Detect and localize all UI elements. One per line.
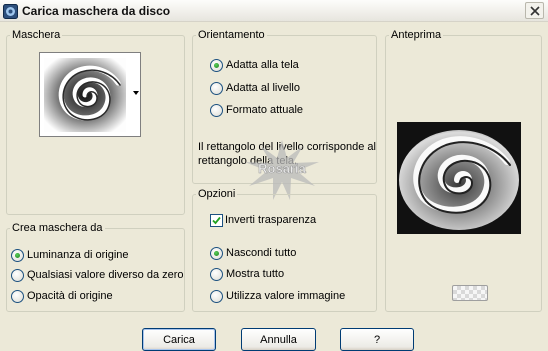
radio-label: Qualsiasi valore diverso da zero [27,269,184,281]
radio-label: Adatta alla tela [226,59,299,71]
radio-button[interactable] [11,289,24,303]
radio-button[interactable] [11,248,24,262]
mask-preview [397,122,521,234]
radio-source-opacity[interactable]: Opacità di origine [11,288,113,304]
invert-transparency-checkbox[interactable]: Inverti trasparenza [210,212,316,228]
radio-current-size[interactable]: Formato attuale [210,102,303,118]
chevron-down-icon[interactable] [133,91,139,95]
radio-label: Utilizza valore immagine [226,290,346,302]
close-icon [530,6,540,16]
checkmark-icon [212,216,221,224]
radio-show-all[interactable]: Mostra tutto [210,266,284,282]
watermark-text: Rosaria [258,161,306,176]
mask-app-icon [3,4,18,19]
radio-label: Opacità di origine [27,290,113,302]
title-bar: Carica maschera da disco [0,0,548,22]
radio-button[interactable] [210,81,223,95]
mask-picker[interactable] [39,52,141,137]
radio-button[interactable] [210,246,223,260]
radio-fit-canvas[interactable]: Adatta alla tela [210,57,299,73]
radio-fit-layer[interactable]: Adatta al livello [210,80,300,96]
radio-source-luminance[interactable]: Luminanza di origine [11,247,129,263]
radio-label: Nascondi tutto [226,247,297,259]
radio-button[interactable] [11,268,24,282]
radio-button[interactable] [210,103,223,117]
close-button[interactable] [525,2,544,19]
radio-hide-all[interactable]: Nascondi tutto [210,245,296,261]
radio-label: Luminanza di origine [27,249,129,261]
load-button[interactable]: Carica [142,328,216,351]
checkerboard-icon[interactable] [452,285,488,301]
cancel-button[interactable]: Annulla [241,328,316,351]
create-mask-group-label: Crea maschera da [12,222,103,234]
radio-button[interactable] [210,289,223,303]
help-button[interactable]: ? [340,328,414,351]
mask-group-label: Maschera [12,29,61,41]
radio-button[interactable] [210,58,223,72]
options-group-label: Opzioni [198,188,236,200]
preview-group-label: Anteprima [391,29,442,41]
orientation-group-label: Orientamento [198,29,265,41]
checkbox-label: Inverti trasparenza [225,214,317,226]
radio-label: Formato attuale [226,104,304,116]
window-title: Carica maschera da disco [22,4,171,18]
checkbox[interactable] [210,213,223,227]
radio-use-image-value[interactable]: Utilizza valore immagine [210,288,345,304]
radio-any-nonzero[interactable]: Qualsiasi valore diverso da zero [11,267,184,283]
radio-label: Adatta al livello [226,82,300,94]
radio-button[interactable] [210,267,223,281]
radio-label: Mostra tutto [226,268,285,280]
mask-thumbnail [44,58,126,132]
